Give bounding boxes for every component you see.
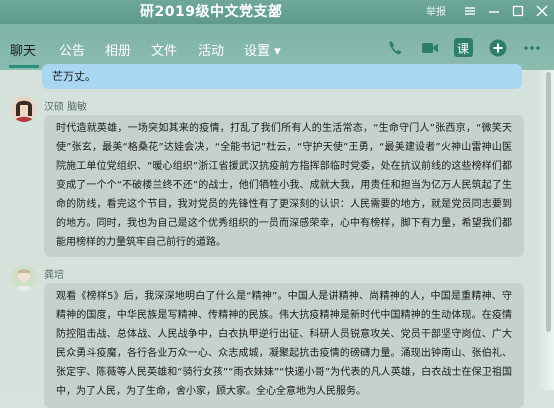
- active-tab-indicator: [9, 65, 39, 68]
- close-icon[interactable]: [534, 3, 550, 19]
- phone-icon[interactable]: [386, 38, 406, 58]
- window-title: 研2019级中文党支部: [140, 4, 283, 20]
- minimize-icon[interactable]: [486, 3, 502, 19]
- message-bubble: 观看《榜样5》后，我深深地明白了什么是“精神”。中国人是讲精神、尚精神的人，中国…: [44, 283, 524, 408]
- video-icon[interactable]: [420, 38, 440, 58]
- avatar-image: [11, 96, 37, 122]
- avatar[interactable]: [11, 265, 37, 291]
- message-text: 观看《榜样5》后，我深深地明白了什么是“精神”。中国人是讲精神、尚精神的人，中国…: [56, 291, 512, 397]
- scrollbar-thumb[interactable]: [546, 72, 551, 332]
- classroom-icon[interactable]: 课: [454, 38, 473, 57]
- message-text: 芒万丈。: [52, 70, 96, 83]
- maximize-icon[interactable]: [510, 3, 526, 19]
- tab-settings[interactable]: 设置 ▾: [244, 40, 281, 59]
- avatar-image: [11, 265, 37, 291]
- avatar[interactable]: [11, 96, 37, 122]
- classroom-icon-label: 课: [457, 42, 470, 56]
- menu-icon[interactable]: [462, 3, 478, 19]
- tab-chat[interactable]: 聊天: [10, 40, 36, 59]
- scrollbar[interactable]: [546, 72, 551, 392]
- more-icon[interactable]: [522, 38, 542, 58]
- tab-activities[interactable]: 活动: [198, 40, 224, 59]
- sender-name: 龚培: [44, 270, 64, 281]
- message-bubble: 时代造就英雄，一场突如其来的疫情，打乱了我们所有人的生活常态，“生命守门人”张西…: [44, 115, 524, 257]
- add-icon[interactable]: [488, 38, 508, 58]
- sender-name: 汉硕 脑敏: [44, 102, 88, 113]
- message-text: 时代造就英雄，一场突如其来的疫情，打乱了我们所有人的生活常态，“生命守门人”张西…: [56, 123, 512, 248]
- tab-album[interactable]: 相册: [105, 40, 131, 59]
- message-bubble: 芒万丈。: [42, 64, 522, 89]
- title-bar: 研2019级中文党支部 举报: [0, 0, 554, 24]
- edit-icon[interactable]: [268, 3, 282, 17]
- tab-announcements[interactable]: 公告: [59, 40, 85, 59]
- tab-files[interactable]: 文件: [151, 40, 177, 59]
- chat-area[interactable]: 芒万丈。 汉硕 脑敏 时代造就英雄，一场突如其来的疫情，打乱了我们所有人的生活常…: [0, 64, 554, 408]
- panel-edge: [536, 70, 554, 390]
- report-link[interactable]: 举报: [426, 3, 446, 18]
